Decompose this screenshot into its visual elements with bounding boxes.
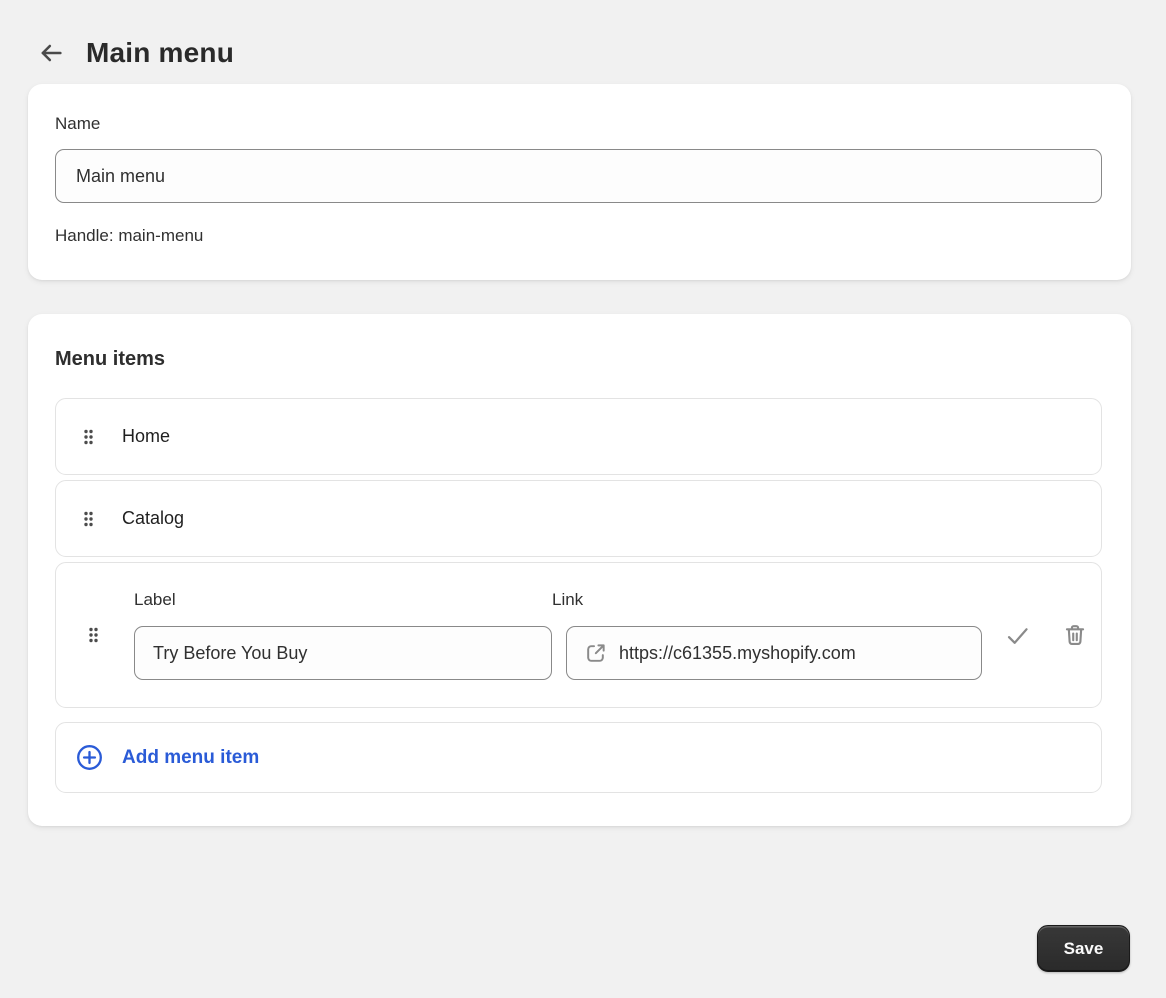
- menu-item-row-catalog[interactable]: Catalog: [55, 480, 1102, 557]
- confirm-item-button[interactable]: [1001, 619, 1033, 651]
- drag-handle-icon[interactable]: [86, 626, 100, 644]
- arrow-left-icon: [37, 39, 65, 67]
- page-title: Main menu: [86, 37, 235, 68]
- add-menu-item-row[interactable]: Add menu item: [55, 722, 1102, 793]
- add-menu-item-label: Add menu item: [122, 746, 260, 768]
- menu-items-heading: Menu items: [55, 348, 166, 370]
- menu-item-row-home[interactable]: Home: [55, 398, 1102, 475]
- delete-item-button[interactable]: [1059, 619, 1091, 651]
- menu-item-label: Home: [122, 426, 171, 446]
- name-label: Name: [55, 114, 101, 133]
- menu-item-label: Catalog: [122, 508, 185, 528]
- plus-circle-icon: [76, 744, 103, 771]
- menu-items-card: Menu items Home Catalog Label Try Before…: [28, 314, 1131, 826]
- link-field-label: Link: [552, 590, 584, 609]
- back-button[interactable]: [36, 38, 66, 68]
- name-card: Name Handle: main-menu: [28, 84, 1131, 280]
- check-icon: [1004, 622, 1031, 649]
- link-field-group: Link: [552, 590, 982, 680]
- drag-handle-icon[interactable]: [81, 510, 95, 528]
- trash-icon: [1062, 622, 1088, 648]
- menu-item-edit-row: Label Link: [55, 562, 1102, 708]
- label-field-group: Label: [134, 590, 552, 680]
- save-button[interactable]: Save: [1037, 925, 1130, 972]
- item-link-inputbox[interactable]: [566, 626, 982, 680]
- external-link-icon: [584, 642, 607, 665]
- edit-fields: Label Link: [134, 590, 982, 680]
- navigation-menu-editor-page: Main menu Name Handle: main-menu Menu it…: [0, 0, 1166, 998]
- item-link-input[interactable]: [619, 642, 975, 664]
- handle-text: Handle: main-menu: [55, 226, 204, 245]
- menu-name-input[interactable]: [55, 149, 1102, 203]
- drag-handle-icon[interactable]: [81, 428, 95, 446]
- item-label-input[interactable]: [134, 626, 552, 680]
- page-header: Main menu: [0, 0, 1166, 84]
- label-field-label: Label: [134, 590, 176, 609]
